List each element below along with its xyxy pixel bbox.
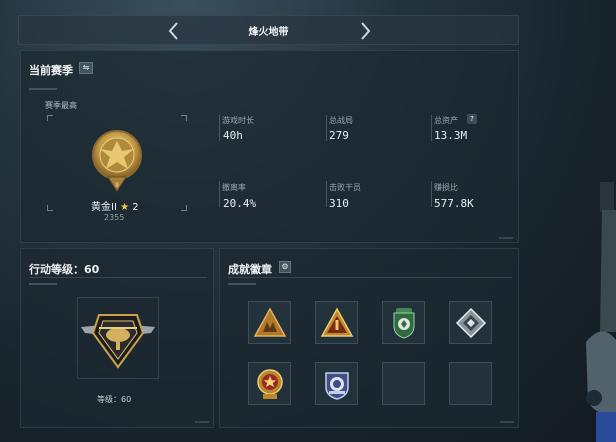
achievement-badge-slot[interactable] <box>449 301 492 344</box>
frame-corner <box>47 115 53 121</box>
achievements-title: 成就徽章 <box>228 263 272 276</box>
stat-value: 13.3M <box>434 129 468 142</box>
green-shield-badge-icon <box>393 308 415 339</box>
frame-corner <box>181 205 187 211</box>
stat-label: 撤离率 <box>222 183 246 192</box>
season-best-label: 赛季最高 <box>45 101 77 110</box>
rank-name: 黄金II <box>91 202 117 213</box>
achievement-badge-slot[interactable] <box>315 362 358 405</box>
triangle-one-badge-icon <box>320 307 354 337</box>
title-divider <box>29 277 207 278</box>
mode-title: 烽火地带 <box>248 27 289 38</box>
corner-deco <box>499 237 513 239</box>
action-level-title: 行动等级：60 <box>29 263 100 276</box>
title-underline <box>228 283 256 285</box>
stat-label: 赚损比 <box>434 183 458 192</box>
triangle-figures-badge-icon <box>253 307 287 337</box>
svg-text:II: II <box>115 182 119 189</box>
achievement-badge-slot[interactable] <box>315 301 358 344</box>
stat-value: 279 <box>329 129 349 142</box>
rank-points: 2355 <box>104 213 125 222</box>
rank-stars: 2 <box>132 202 139 213</box>
mode-selector-bar: 烽火地带 <box>18 15 519 45</box>
helicopter-level-emblem-icon <box>81 314 155 369</box>
character-silhouette <box>586 182 616 442</box>
stat-label: 击败干员 <box>329 183 361 192</box>
help-icon[interactable]: ? <box>467 114 477 124</box>
stat-label: 总战局 <box>329 116 353 125</box>
stat-divider <box>326 115 327 141</box>
stat-value: 577.8K <box>434 197 474 210</box>
red-medal-badge-icon <box>257 369 283 399</box>
frame-corner <box>47 205 53 211</box>
star-icon: ★ <box>120 202 130 213</box>
season-title: 当前赛季 <box>29 64 73 77</box>
title-underline <box>29 88 57 90</box>
action-level-panel: 行动等级：60 等级：60 <box>20 248 214 428</box>
chevron-right-icon <box>361 22 371 40</box>
stat-divider <box>326 181 327 207</box>
stat-divider <box>431 181 432 207</box>
season-panel: 当前赛季 ⇋ 赛季最高 II 黄金II ★ 2 2355 游戏时长 40h 总战… <box>20 50 519 243</box>
blue-shield-badge-icon <box>325 372 349 400</box>
title-underline <box>29 283 57 285</box>
stat-divider <box>219 115 220 141</box>
corner-deco <box>500 421 514 423</box>
rank-name-row: 黄金II ★ 2 <box>91 198 139 213</box>
achievement-badge-slot[interactable] <box>248 362 291 405</box>
stat-value: 40h <box>223 129 243 142</box>
title-divider <box>228 277 512 278</box>
stat-divider <box>219 181 220 207</box>
stat-divider <box>431 115 432 141</box>
empty-badge-slot[interactable] <box>449 362 492 405</box>
gold-rank-emblem-icon: II <box>92 130 142 192</box>
silver-diamond-badge-icon <box>455 307 487 339</box>
swap-icon[interactable]: ⇋ <box>79 62 93 74</box>
stat-value: 20.4% <box>223 197 257 210</box>
gear-icon[interactable]: ⚙ <box>279 261 291 273</box>
achievements-panel: 成就徽章 ⚙ <box>219 248 519 428</box>
stat-label: 游戏时长 <box>222 116 254 125</box>
next-mode-button[interactable] <box>355 20 375 42</box>
achievement-badge-slot[interactable] <box>382 301 425 344</box>
achievement-badge-slot[interactable] <box>248 301 291 344</box>
frame-corner <box>181 115 187 121</box>
corner-deco <box>195 421 209 423</box>
stat-value: 310 <box>329 197 349 210</box>
empty-badge-slot[interactable] <box>382 362 425 405</box>
stat-label: 总资产 <box>434 116 458 125</box>
level-text: 等级：60 <box>97 395 132 404</box>
